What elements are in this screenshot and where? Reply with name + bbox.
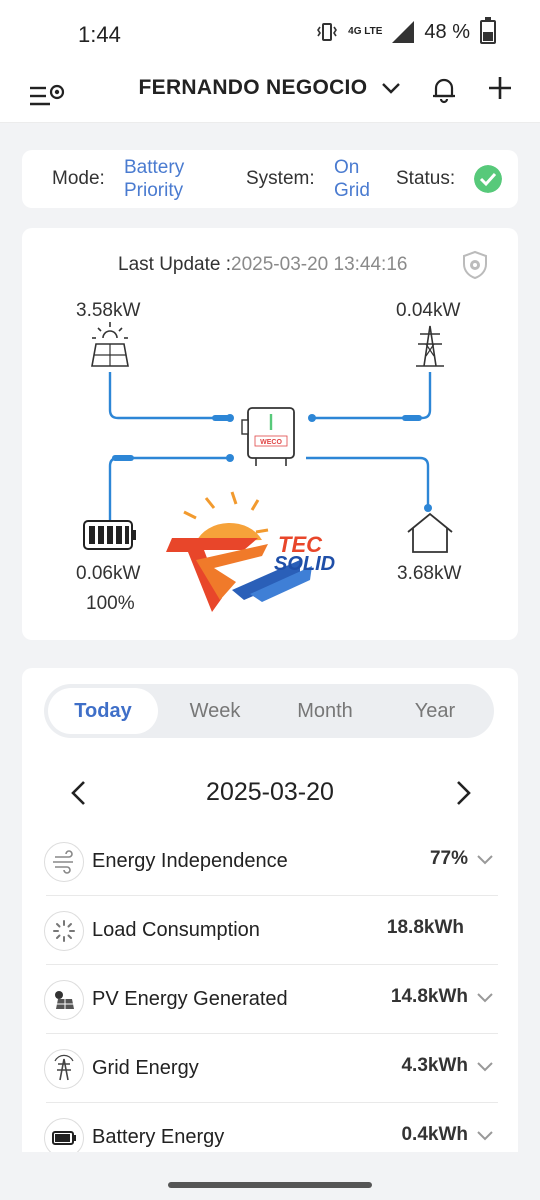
loading-icon — [44, 911, 84, 951]
divider — [46, 1102, 498, 1103]
energy-independence-row[interactable]: Energy Independence 77% — [44, 828, 498, 896]
period-tabs: Today Week Month Year — [44, 684, 494, 738]
energy-item-name: PV Energy Generated — [92, 988, 288, 1010]
tab-month[interactable]: Month — [270, 684, 380, 738]
grid-energy-row[interactable]: Grid Energy 4.3kWh — [44, 1035, 498, 1103]
energy-item-name: Battery Energy — [92, 1126, 225, 1148]
solar-panel-icon — [91, 322, 129, 367]
solar-panel-icon — [44, 980, 84, 1020]
wind-icon — [44, 842, 84, 882]
divider — [46, 1033, 498, 1034]
chevron-down-icon[interactable] — [476, 1130, 494, 1142]
chevron-down-icon[interactable] — [476, 854, 494, 866]
tab-week[interactable]: Week — [160, 684, 270, 738]
energy-item-value: 77% — [429, 848, 468, 869]
inverter-brand: WECO — [260, 439, 282, 446]
energy-item-name: Grid Energy — [92, 1057, 199, 1079]
energy-item-value: 4.3kWh — [401, 1055, 468, 1076]
transmission-tower-icon — [44, 1049, 84, 1089]
energy-item-value: 0.4kWh — [401, 1124, 468, 1145]
battery-pack-icon — [83, 520, 136, 550]
tab-today[interactable]: Today — [48, 688, 158, 734]
transmission-tower-icon — [416, 325, 444, 367]
pv-energy-row[interactable]: PV Energy Generated 14.8kWh — [44, 966, 498, 1034]
energy-item-value: 14.8kWh — [390, 986, 468, 1007]
energy-item-name: Energy Independence — [92, 850, 288, 872]
energy-item-value: 18.8kWh — [386, 917, 464, 938]
tab-year[interactable]: Year — [380, 684, 490, 738]
divider — [46, 964, 498, 965]
inverter-icon: WECO — [241, 407, 295, 466]
home-indicator[interactable] — [168, 1182, 372, 1188]
chevron-down-icon[interactable] — [476, 1061, 494, 1073]
load-consumption-row: Load Consumption 18.8kWh — [44, 897, 498, 965]
energy-item-name: Load Consumption — [92, 919, 260, 941]
flow-diagram: WECO TEC SOLID — [83, 322, 453, 612]
house-icon — [407, 512, 453, 553]
logo-text-solid: SOLID — [274, 553, 335, 575]
divider — [46, 895, 498, 896]
bottom-nav-area — [0, 1152, 540, 1200]
chevron-down-icon[interactable] — [476, 992, 494, 1004]
chevron-right-icon[interactable] — [448, 776, 478, 810]
